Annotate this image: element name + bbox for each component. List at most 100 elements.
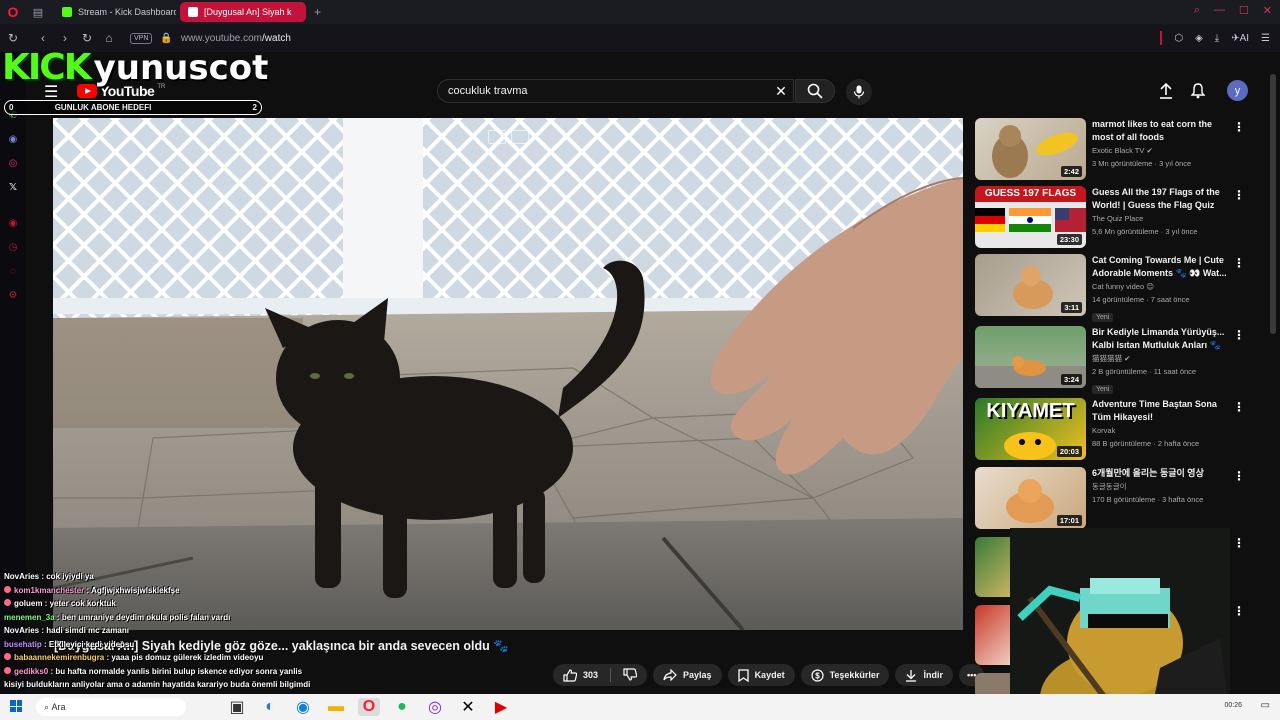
video-title[interactable]: marmot likes to eat corn the most of all…	[1092, 118, 1230, 144]
channel-name[interactable]: Exotic Black TV ✔	[1092, 144, 1230, 157]
suggested-video[interactable]: 17:01 6개월만에 올리는 동글이 영상 동글동글이 170 B görün…	[975, 467, 1275, 531]
video-thumbnail-partial[interactable]	[975, 605, 1011, 665]
obs-icon[interactable]: ◎	[424, 698, 446, 716]
copilot-icon[interactable]: ◐	[259, 698, 281, 716]
minimize-icon[interactable]: —	[1214, 4, 1225, 17]
history-icon[interactable]: ◷	[6, 240, 20, 254]
suggested-video[interactable]: 3:24 Bir Kediyle Limanda Yürüyüş... Kalb…	[975, 326, 1275, 394]
chat-username[interactable]: NovAries	[4, 626, 39, 635]
player-icon[interactable]: ◉	[6, 216, 20, 230]
file-explorer-icon[interactable]: ▬	[325, 698, 347, 716]
more-vertical-icon[interactable]: ⋮	[1233, 188, 1245, 202]
video-thumbnail-partial[interactable]	[975, 537, 1011, 597]
next-video-icon[interactable]	[511, 130, 529, 144]
x-twitter-icon[interactable]: 𝕏	[6, 180, 20, 194]
more-vertical-icon[interactable]: ⋮	[1233, 536, 1245, 550]
upload-button[interactable]	[1156, 81, 1176, 101]
search-input[interactable]: cocukluk travma ✕	[437, 79, 794, 103]
reload-sidebar-icon[interactable]: ↻	[2, 31, 24, 45]
dislike-button[interactable]	[623, 667, 638, 683]
channel-name[interactable]: Korvak	[1092, 424, 1230, 437]
maximize-icon[interactable]: ☐	[1239, 4, 1249, 17]
chat-username[interactable]: menemen_3a	[4, 613, 55, 622]
close-icon[interactable]: ✕	[1263, 4, 1272, 17]
taskbar-search[interactable]: ⌕ Ara	[36, 698, 186, 716]
tab-youtube-video[interactable]: [Duygusal An] Siyah k	[180, 2, 306, 22]
chat-username[interactable]: kom1kmanchester	[14, 586, 84, 595]
channel-name[interactable]: 猫猫猫猫 ✔	[1092, 352, 1230, 365]
lock-icon[interactable]: 🔒	[160, 33, 172, 44]
tab-kick-dashboard[interactable]: Stream - Kick Dashboard	[54, 2, 176, 22]
chat-username[interactable]: NovAries	[4, 572, 39, 581]
task-view-icon[interactable]: ▣	[226, 698, 248, 716]
thanks-button[interactable]: $ Teşekkürler	[800, 664, 890, 686]
video-title[interactable]: Guess All the 197 Flags of the World! | …	[1092, 186, 1230, 212]
save-button[interactable]: Kaydet	[727, 664, 795, 686]
more-vertical-icon[interactable]: ⋮	[1233, 400, 1245, 414]
vpn-badge[interactable]: VPN	[130, 32, 153, 44]
channel-name[interactable]: The Quiz Place	[1092, 212, 1230, 225]
download-button[interactable]: İndir	[895, 664, 953, 686]
more-vertical-icon[interactable]: ⋮	[1233, 256, 1245, 270]
video-title[interactable]: Adventure Time Baştan Sona Tüm Hikayesi!	[1092, 398, 1230, 424]
opera-logo-icon[interactable]: O	[0, 0, 26, 24]
video-title[interactable]: Cat Coming Towards Me | Cute Adorable Mo…	[1092, 254, 1230, 280]
share-button[interactable]: Paylaş	[653, 664, 722, 686]
video-title[interactable]: Bir Kediyle Limanda Yürüyüş... Kalbi Isı…	[1092, 326, 1230, 352]
clear-search-icon[interactable]: ✕	[769, 83, 793, 100]
tab-list-icon[interactable]: ▤	[26, 6, 50, 19]
messenger-icon[interactable]: ◌	[6, 264, 20, 278]
page-scrollbar[interactable]	[1270, 74, 1276, 334]
notifications-icon[interactable]: ▭	[1261, 700, 1270, 711]
instagram-icon[interactable]: ◎	[6, 156, 20, 170]
video-thumbnail[interactable]: GUESS 197 FLAGS 23:30	[975, 186, 1086, 248]
suggested-video[interactable]: 3:11 Cat Coming Towards Me | Cute Adorab…	[975, 254, 1275, 322]
chat-username[interactable]: gedikks0	[14, 667, 48, 676]
avatar[interactable]: y	[1227, 80, 1248, 101]
channel-name[interactable]: Cat funny video 😊	[1092, 280, 1230, 293]
back-icon[interactable]: ‹	[32, 31, 54, 45]
settings-icon[interactable]: ⚙	[6, 288, 20, 302]
miniplayer-icon[interactable]	[488, 130, 506, 144]
menu-icon[interactable]: ☰	[1261, 33, 1270, 44]
chat-username[interactable]: babaannekemirenbugra	[14, 653, 104, 662]
suggested-video[interactable]: 2:42 marmot likes to eat corn the most o…	[975, 118, 1275, 182]
voice-search-button[interactable]	[846, 79, 872, 105]
opera-taskbar-icon[interactable]: O	[358, 698, 380, 716]
chat-username[interactable]: busehatip	[4, 640, 42, 649]
new-tab-button[interactable]: +	[314, 5, 321, 19]
video-thumbnail[interactable]: 17:01	[975, 467, 1086, 529]
spotify-icon[interactable]: ●	[391, 698, 413, 716]
ai-button[interactable]: ✈AI	[1231, 33, 1249, 44]
notifications-button[interactable]	[1188, 81, 1208, 101]
channel-name[interactable]: 동글동글이	[1092, 480, 1230, 493]
more-vertical-icon[interactable]: ⋮	[1233, 120, 1245, 134]
like-button[interactable]: 303	[563, 668, 598, 682]
edge-icon[interactable]: ◉	[292, 698, 314, 716]
more-vertical-icon[interactable]: ⋮	[1233, 604, 1245, 618]
video-player[interactable]	[53, 118, 963, 630]
extensions-icon[interactable]: ⬡	[1174, 33, 1183, 44]
capcut-icon[interactable]: ✕	[457, 698, 479, 716]
download-icon[interactable]: ⤓	[1215, 33, 1219, 44]
chat-username[interactable]: goluem	[14, 599, 42, 608]
video-thumbnail[interactable]: 3:11	[975, 254, 1086, 316]
suggested-video[interactable]: GUESS 197 FLAGS 23:30 Guess All the 197 …	[975, 186, 1275, 250]
suggested-video[interactable]: KIYAMET 20:03 Adventure Time Baştan Sona…	[975, 398, 1275, 462]
video-thumbnail-partial[interactable]	[975, 673, 1011, 695]
reload-icon[interactable]: ↻	[76, 31, 98, 45]
search-tabs-icon[interactable]: ⌕	[1194, 4, 1200, 17]
shield-icon[interactable]: ◈	[1195, 33, 1203, 44]
video-thumbnail[interactable]: 2:42	[975, 118, 1086, 180]
url-field[interactable]: www.youtube.com/watch	[181, 33, 291, 44]
start-windows-icon[interactable]	[10, 700, 22, 712]
more-vertical-icon[interactable]: ⋮	[1233, 469, 1245, 483]
more-vertical-icon[interactable]: ⋮	[1233, 328, 1245, 342]
video-title[interactable]: 6개월만에 올리는 동글이 영상	[1092, 467, 1230, 480]
discord-icon[interactable]: ◉	[6, 132, 20, 146]
search-button[interactable]	[795, 79, 835, 103]
media-player-icon[interactable]: ▶	[490, 698, 512, 716]
video-thumbnail[interactable]: 3:24	[975, 326, 1086, 388]
forward-icon[interactable]: ›	[54, 31, 76, 45]
home-icon[interactable]: ⌂	[98, 31, 120, 45]
